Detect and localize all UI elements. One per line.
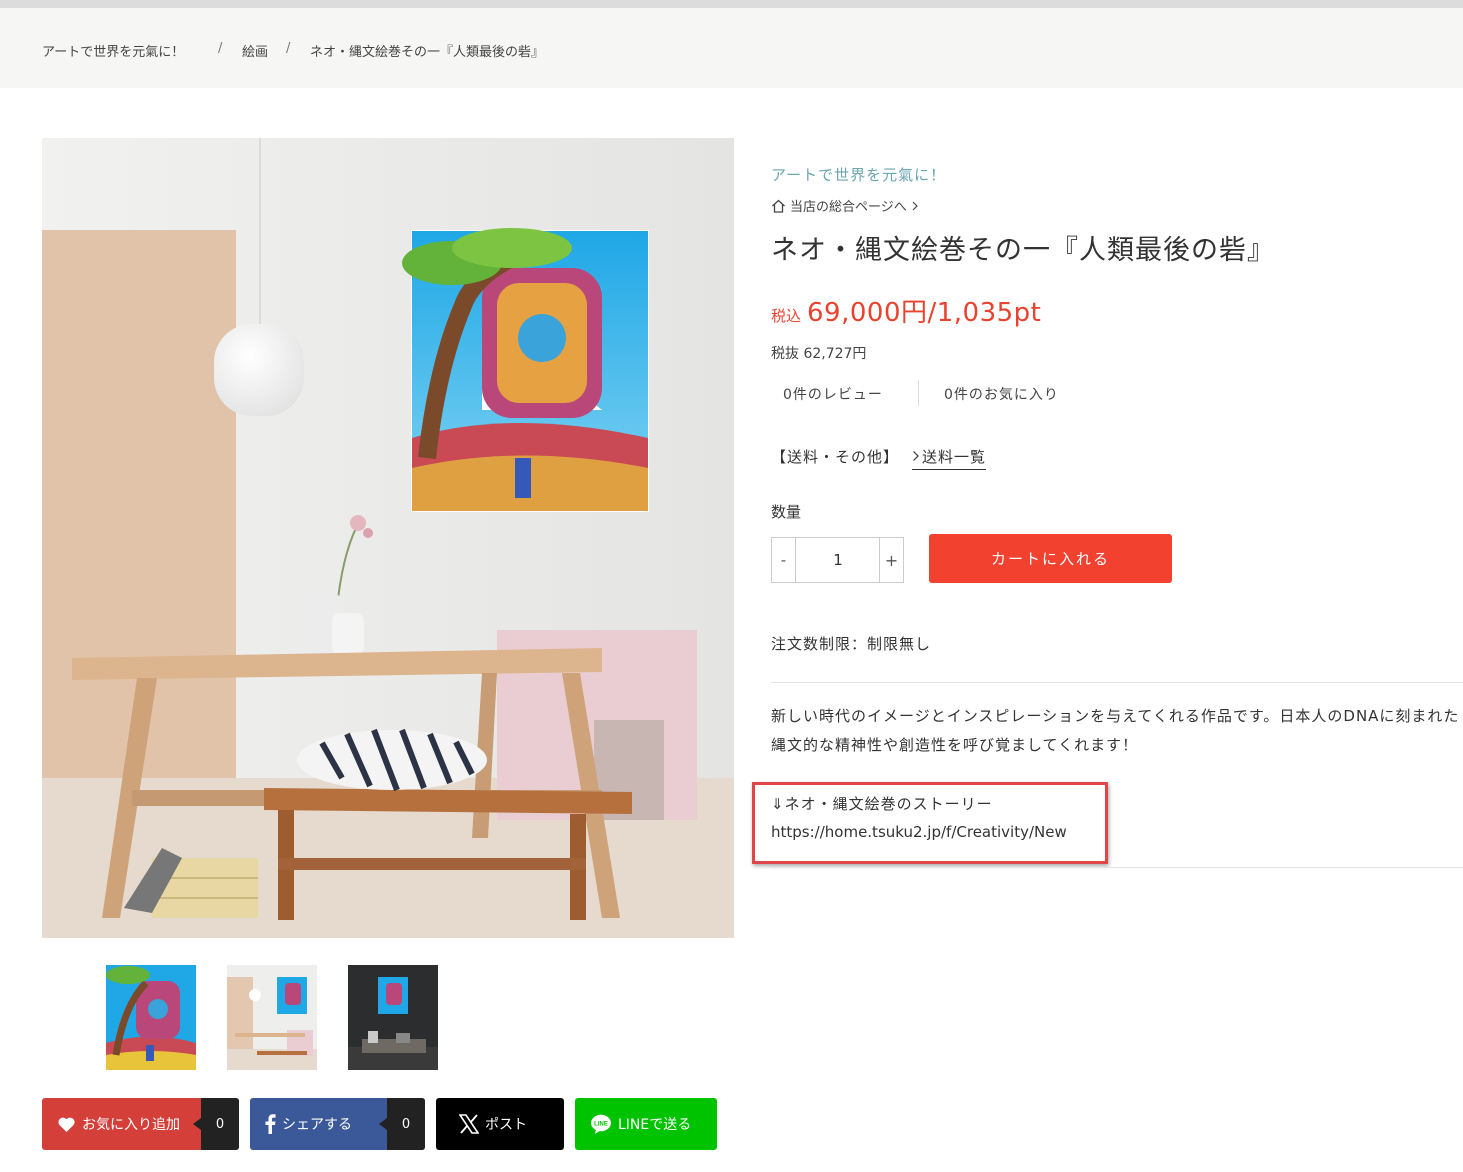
- product-thumbnail[interactable]: [348, 965, 438, 1070]
- product-title: ネオ・縄文絵巻その一『人類最後の砦』: [771, 235, 1275, 266]
- story-url[interactable]: https://home.tsuku2.jp/f/Creativity/New: [771, 823, 1067, 841]
- favorite-count: 0: [193, 1098, 239, 1150]
- product-main-image[interactable]: [42, 138, 734, 938]
- shipping-list-link[interactable]: 送料一覧: [912, 446, 987, 470]
- line-send-label: LINEで送る: [618, 1117, 692, 1133]
- breadcrumb-item-category[interactable]: 絵画: [242, 41, 268, 60]
- top-border: [0, 0, 1463, 8]
- line-logo-icon: LINE: [591, 1114, 611, 1134]
- quantity-stepper: - 1 +: [771, 537, 904, 583]
- breadcrumb-separator: /: [218, 41, 223, 56]
- facebook-share-label: シェアする: [282, 1117, 352, 1133]
- product-thumbnail[interactable]: [106, 965, 196, 1070]
- shop-top-link[interactable]: 当店の総合ページへ: [771, 196, 919, 215]
- quantity-decrease-button[interactable]: -: [772, 538, 796, 582]
- product-price: 69,000円/1,035pt: [807, 298, 1042, 328]
- divider: [771, 867, 1463, 868]
- story-heading: ⇓ネオ・縄文絵巻のストーリー: [771, 795, 993, 813]
- order-limit: 注文数制限：制限無し: [771, 635, 932, 653]
- quantity-input[interactable]: 1: [796, 538, 880, 582]
- line-send-button[interactable]: LINE LINEで送る: [575, 1098, 717, 1150]
- heart-icon: [58, 1117, 75, 1132]
- breadcrumb-item-shop[interactable]: アートで世界を元氣に！: [42, 41, 184, 60]
- shop-top-link-label: 当店の総合ページへ: [790, 200, 907, 215]
- price-block: 税込 69,000円/1,035pt: [771, 292, 1041, 329]
- divider: [771, 682, 1463, 683]
- review-count-link[interactable]: 0件のレビュー: [783, 384, 883, 404]
- x-post-label: ポスト: [485, 1117, 527, 1133]
- favorite-add-label: お気に入り追加: [82, 1117, 180, 1133]
- home-icon: [772, 199, 785, 213]
- breadcrumb-item-current: ネオ・縄文絵巻その一『人類最後の砦』: [310, 45, 545, 60]
- quantity-label: 数量: [771, 503, 802, 521]
- shipping-label: 【送料・その他】: [771, 448, 900, 466]
- x-logo-icon: [459, 1114, 479, 1134]
- shop-name-link[interactable]: アートで世界を元氣に！: [771, 164, 946, 185]
- favorite-count-link[interactable]: 0件のお気に入り: [944, 384, 1059, 404]
- facebook-icon: [265, 1114, 276, 1134]
- add-to-cart-button[interactable]: カートに入れる: [929, 534, 1172, 583]
- divider: [918, 380, 919, 406]
- facebook-share-count: 0: [379, 1098, 425, 1150]
- shipping-list-link-label: 送料一覧: [922, 448, 987, 466]
- price-tax-label: 税込: [771, 307, 802, 325]
- product-thumbnail[interactable]: [227, 965, 317, 1070]
- x-post-button[interactable]: ポスト: [436, 1098, 564, 1150]
- breadcrumb: アートで世界を元氣に！ / 絵画 / ネオ・縄文絵巻その一『人類最後の砦』: [0, 8, 1463, 88]
- quantity-increase-button[interactable]: +: [879, 538, 903, 582]
- svg-text:LINE: LINE: [594, 1121, 608, 1127]
- facebook-share-button[interactable]: シェアする 0: [250, 1098, 425, 1150]
- chevron-right-icon: [913, 451, 919, 461]
- breadcrumb-separator: /: [286, 41, 291, 56]
- product-description: 新しい時代のイメージとインスピレーションを与えてくれる作品です。日本人のDNAに…: [771, 707, 1460, 754]
- favorite-add-button[interactable]: お気に入り追加 0: [42, 1098, 239, 1150]
- price-excluding-tax: 税抜 62,727円: [771, 346, 867, 362]
- chevron-right-icon: [912, 201, 918, 210]
